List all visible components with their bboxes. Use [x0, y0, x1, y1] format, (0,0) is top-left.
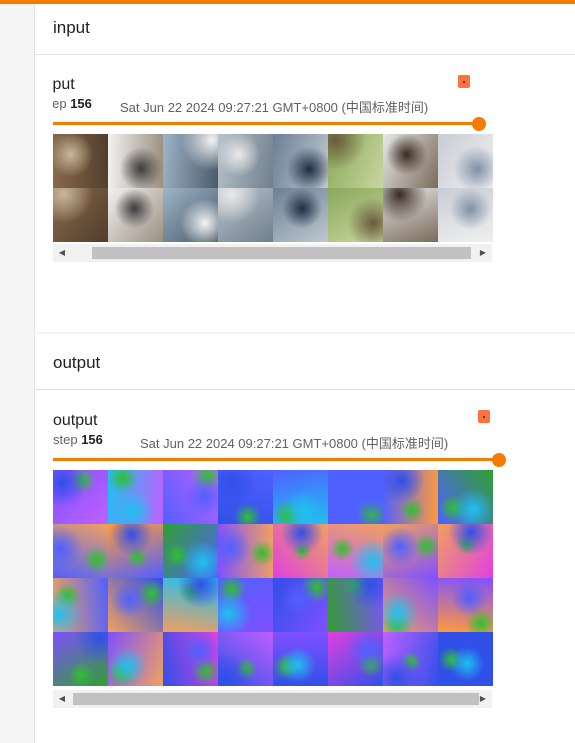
- image-tile: [108, 524, 163, 578]
- image-tile: [383, 134, 438, 188]
- image-tile: [383, 578, 438, 632]
- card-header: output: [35, 334, 575, 390]
- image-tile: [328, 632, 383, 686]
- image-tile: [218, 578, 273, 632]
- scroll-thumb[interactable]: [92, 247, 471, 259]
- image-tile: [163, 578, 218, 632]
- image-panel: output step 156 Sat Jun 22 2024 09:27:21…: [53, 404, 513, 710]
- scroll-thumb[interactable]: [73, 693, 479, 705]
- scroll-right-icon[interactable]: ▶: [474, 690, 492, 708]
- image-tile: [273, 470, 328, 524]
- step-slider[interactable]: [53, 117, 486, 131]
- image-tile: [218, 524, 273, 578]
- image-tile: [163, 470, 218, 524]
- card-title: input: [53, 18, 90, 37]
- image-tile: [53, 470, 108, 524]
- image-tile: [163, 632, 218, 686]
- image-grid: [53, 134, 493, 242]
- scroll-right-icon[interactable]: ▶: [474, 244, 492, 262]
- image-tile: [273, 524, 328, 578]
- image-tile: [273, 578, 328, 632]
- image-tile: [108, 632, 163, 686]
- run-name: input: [53, 76, 75, 93]
- step-value: 156: [70, 96, 92, 111]
- pin-icon[interactable]: [478, 410, 490, 423]
- scroll-left-icon[interactable]: ◀: [53, 690, 71, 708]
- image-tile: [328, 524, 383, 578]
- image-tile: [438, 470, 493, 524]
- card-title: output: [53, 353, 101, 372]
- slider-track: [53, 458, 499, 461]
- image-tile: [438, 188, 493, 242]
- image-tile: [163, 188, 218, 242]
- image-tile: [53, 578, 108, 632]
- image-tile: [383, 188, 438, 242]
- image-tile: [163, 134, 218, 188]
- image-tile: [383, 524, 438, 578]
- card-header: input: [35, 4, 575, 55]
- slider-track: [53, 122, 479, 125]
- image-tile: [53, 134, 108, 188]
- image-tile: [53, 524, 108, 578]
- image-tile: [438, 578, 493, 632]
- image-tile: [438, 524, 493, 578]
- image-tile: [218, 470, 273, 524]
- image-tile: [383, 470, 438, 524]
- image-tile: [108, 188, 163, 242]
- pin-icon[interactable]: [458, 75, 470, 88]
- image-tile: [438, 632, 493, 686]
- slider-thumb[interactable]: [472, 117, 486, 131]
- image-tile: [218, 188, 273, 242]
- image-tile: [328, 578, 383, 632]
- wall-time: Sat Jun 22 2024 09:27:21 GMT+0800 (中国标准时…: [120, 100, 429, 115]
- image-tile: [328, 470, 383, 524]
- horizontal-scrollbar[interactable]: ◀ ▶: [53, 690, 492, 708]
- horizontal-scrollbar[interactable]: ◀ ▶: [53, 244, 492, 262]
- card-input: input input step 156 Sat Jun 22 2024 09:…: [34, 4, 575, 332]
- image-tile: [273, 632, 328, 686]
- step-label: step 156: [53, 96, 92, 111]
- step-label: step 156: [53, 432, 103, 447]
- image-tile: [53, 188, 108, 242]
- wall-time: Sat Jun 22 2024 09:27:21 GMT+0800 (中国标准时…: [140, 436, 449, 451]
- image-tile: [273, 134, 328, 188]
- slider-thumb[interactable]: [492, 453, 506, 467]
- image-tile: [163, 524, 218, 578]
- image-tile: [108, 134, 163, 188]
- image-grid: [53, 470, 493, 686]
- image-tile: [383, 632, 438, 686]
- image-tile: [328, 134, 383, 188]
- card-output: output output step 156 Sat Jun 22 2024 0…: [34, 334, 575, 743]
- image-tile: [328, 188, 383, 242]
- image-tile: [273, 188, 328, 242]
- image-tile: [53, 632, 108, 686]
- image-tile: [108, 470, 163, 524]
- scroll-left-icon[interactable]: ◀: [53, 244, 71, 262]
- run-name: output: [53, 412, 98, 429]
- image-tile: [438, 134, 493, 188]
- image-tile: [108, 578, 163, 632]
- image-tile: [218, 134, 273, 188]
- image-tile: [218, 632, 273, 686]
- step-value: 156: [81, 432, 103, 447]
- step-slider[interactable]: [53, 453, 506, 467]
- image-panel: input step 156 Sat Jun 22 2024 09:27:21 …: [53, 68, 513, 264]
